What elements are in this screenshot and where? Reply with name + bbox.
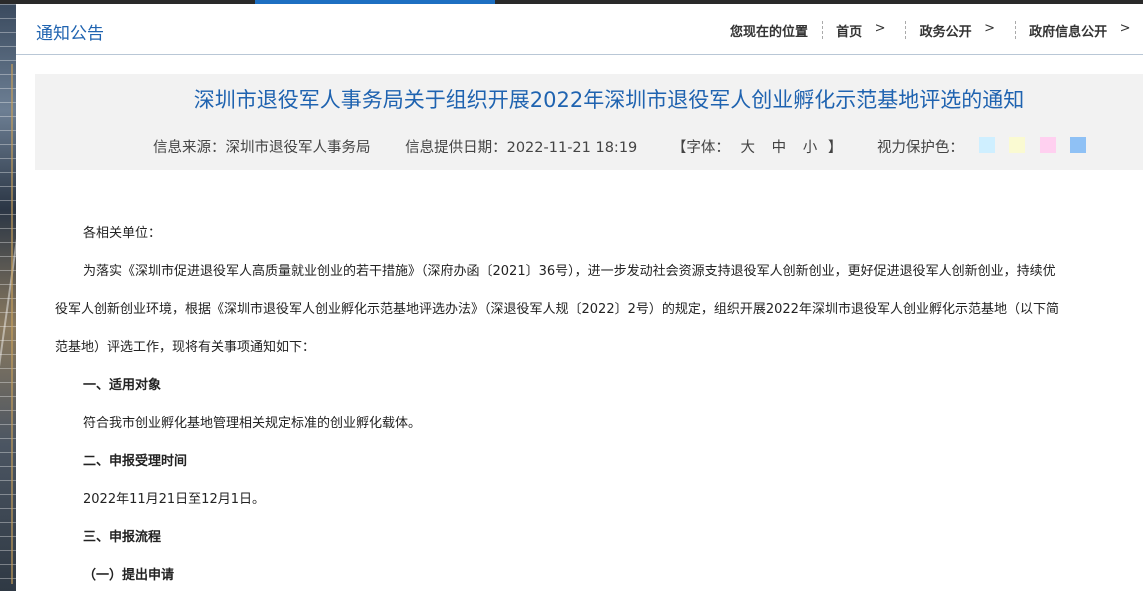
article-meta: 信息来源：深圳市退役军人事务局 信息提供日期：2022-11-21 18:19 … [153, 136, 1087, 157]
font-size-control: 【字体： 大 中 小 】 [672, 136, 842, 157]
subsection-heading: （一）提出申请 [83, 568, 175, 583]
article-title: 深圳市退役军人事务局关于组织开展2022年深圳市退役军人创业孵化示范基地评选的通… [193, 88, 1025, 112]
source-label: 信息来源： [153, 140, 226, 156]
font-size-label: 【字体： [671, 140, 730, 156]
paragraph: 各相关单位： [83, 226, 162, 241]
source-value: 深圳市退役军人事务局 [225, 140, 371, 156]
font-size-large-button[interactable]: 大 [741, 136, 756, 157]
breadcrumb-separator: > [1119, 21, 1131, 36]
column-header: 通知公告 您现在的位置 首页 > 政务公开 > 政府信息公开 > 通 [16, 4, 1143, 55]
building-beam [11, 64, 13, 584]
breadcrumb-gov-affairs-link[interactable]: 政务公开 [920, 21, 972, 40]
section-heading: 一、适用对象 [83, 378, 162, 393]
section-heading: 三、申报流程 [83, 530, 162, 545]
breadcrumb-divider [905, 21, 907, 39]
breadcrumb-separator: > [984, 21, 996, 36]
column-title: 通知公告 [36, 24, 104, 44]
breadcrumb: 您现在的位置 首页 > 政务公开 > 政府信息公开 > 通 [730, 21, 1143, 40]
location-label: 您现在的位置 [730, 25, 809, 40]
breadcrumb-divider [821, 21, 823, 39]
breadcrumb-divider [1014, 21, 1016, 39]
eye-protect-control: 视力保护色： [876, 136, 1087, 157]
breadcrumb-gov-info-link[interactable]: 政府信息公开 [1029, 21, 1107, 40]
paragraph: 符合我市创业孵化基地管理相关规定标准的创业孵化载体。 [83, 416, 422, 431]
paragraph: 役军人创新创业环境，根据《深圳市退役军人创业孵化示范基地评选办法》（深退役军人规… [55, 302, 1059, 317]
breadcrumb-separator: > [874, 21, 886, 36]
font-size-close: 】 [827, 140, 843, 156]
eye-color-swatch-blue[interactable] [1070, 137, 1087, 153]
article-title-box: 深圳市退役军人事务局关于组织开展2022年深圳市退役军人创业孵化示范基地评选的通… [35, 74, 1143, 170]
eye-color-swatch-cyan[interactable] [978, 137, 995, 153]
paragraph: 2022年11月21日至12月1日。 [83, 492, 265, 507]
paragraph: 为落实《深圳市促进退役军人高质量就业创业的若干措施》（深府办函〔2021〕36号… [83, 264, 1056, 279]
font-size-small-button[interactable]: 小 [803, 136, 818, 157]
eye-color-swatch-yellow[interactable] [1009, 137, 1026, 153]
font-size-medium-button[interactable]: 中 [772, 136, 787, 157]
date-label: 信息提供日期： [405, 140, 507, 156]
date-value: 2022-11-21 18:19 [506, 140, 638, 156]
section-heading: 二、申报受理时间 [83, 454, 188, 469]
paragraph: 范基地）评选工作，现将有关事项通知如下： [55, 340, 316, 355]
eye-protect-label: 视力保护色： [876, 140, 964, 156]
eye-color-swatch-pink[interactable] [1039, 137, 1056, 153]
breadcrumb-home-link[interactable]: 首页 [836, 21, 862, 40]
background-building-image [0, 4, 16, 591]
